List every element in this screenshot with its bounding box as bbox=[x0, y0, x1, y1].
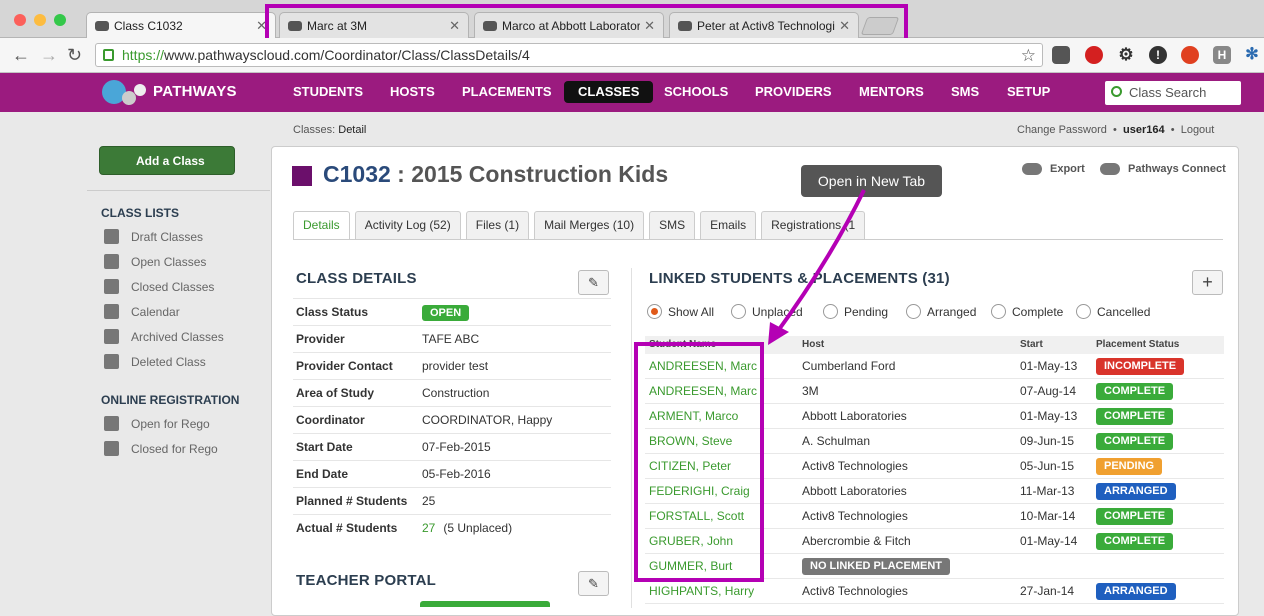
annotation-arrow-icon bbox=[768, 189, 866, 345]
